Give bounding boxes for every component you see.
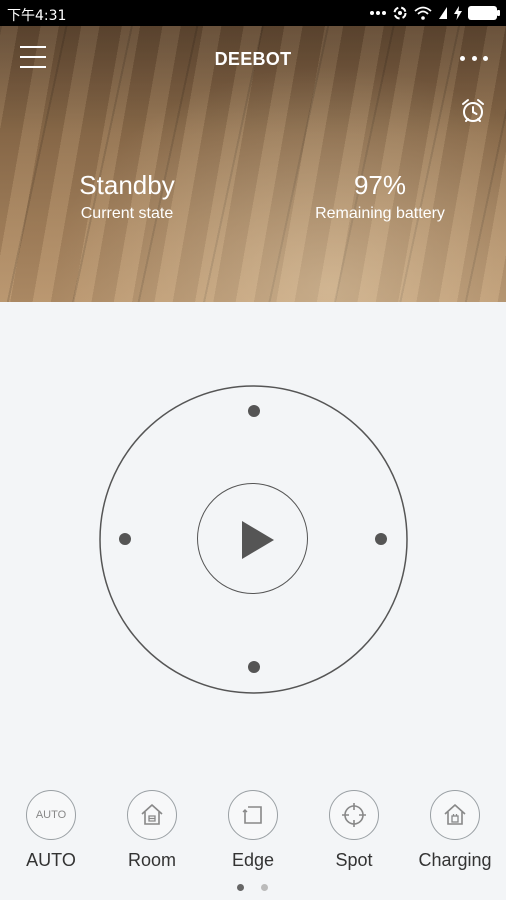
status-icons [370,4,500,22]
room-icon [127,790,177,840]
direction-pad[interactable] [99,385,408,694]
mode-edge-button[interactable]: Edge [203,790,303,871]
menu-icon-line [20,46,46,48]
mode-room-button[interactable]: Room [102,790,202,871]
mode-label: Charging [418,850,492,870]
app-title: DEEBOT [214,49,292,69]
mode-label: AUTO [26,850,76,870]
charging-home-icon [430,790,480,840]
more-icon-dot [483,56,488,61]
current-state-panel: Standby Current state [27,170,227,223]
battery-panel: 97% Remaining battery [280,170,480,223]
direction-down-button[interactable] [248,661,260,673]
battery-label: Remaining battery [315,205,445,222]
direction-left-button[interactable] [119,533,131,545]
auto-icon-text: AUTO [35,809,67,821]
page-dot [261,884,268,891]
play-icon [242,521,274,559]
battery-icon [468,6,500,20]
sync-icon [392,5,408,21]
current-state-label: Current state [80,205,174,222]
alarm-clock-icon [462,99,484,122]
charging-bolt-icon [454,6,462,20]
more-icon-dot [460,56,465,61]
mode-spot-button[interactable]: Spot [304,790,404,871]
battery-value: 97% [353,170,407,200]
more-notifications-icon [370,10,386,16]
page-dot-active [237,884,244,891]
page-indicator [237,884,271,892]
alarm-clock-button[interactable] [459,97,487,125]
mode-charging-button[interactable]: Charging [405,790,505,871]
more-icon-dot [471,56,477,61]
direction-up-button[interactable] [248,405,260,417]
mode-auto-button[interactable]: AUTO AUTO [1,790,101,871]
mode-label: Spot [335,850,373,870]
current-state-value: Standby [79,170,175,200]
edge-icon [228,790,278,840]
auto-icon: AUTO [26,790,76,840]
mode-label: Edge [231,850,275,870]
signal-icon [438,6,448,20]
wifi-icon [414,6,432,20]
spot-icon [329,790,379,840]
mode-bar: AUTO AUTO Room Edge Spot Charging [0,790,506,880]
start-button[interactable] [197,483,308,594]
status-bar: 下午4:31 [0,0,506,26]
status-time: 下午4:31 [7,8,67,24]
mode-label: Room [127,850,176,870]
more-options-button[interactable] [460,56,488,62]
direction-right-button[interactable] [375,533,387,545]
